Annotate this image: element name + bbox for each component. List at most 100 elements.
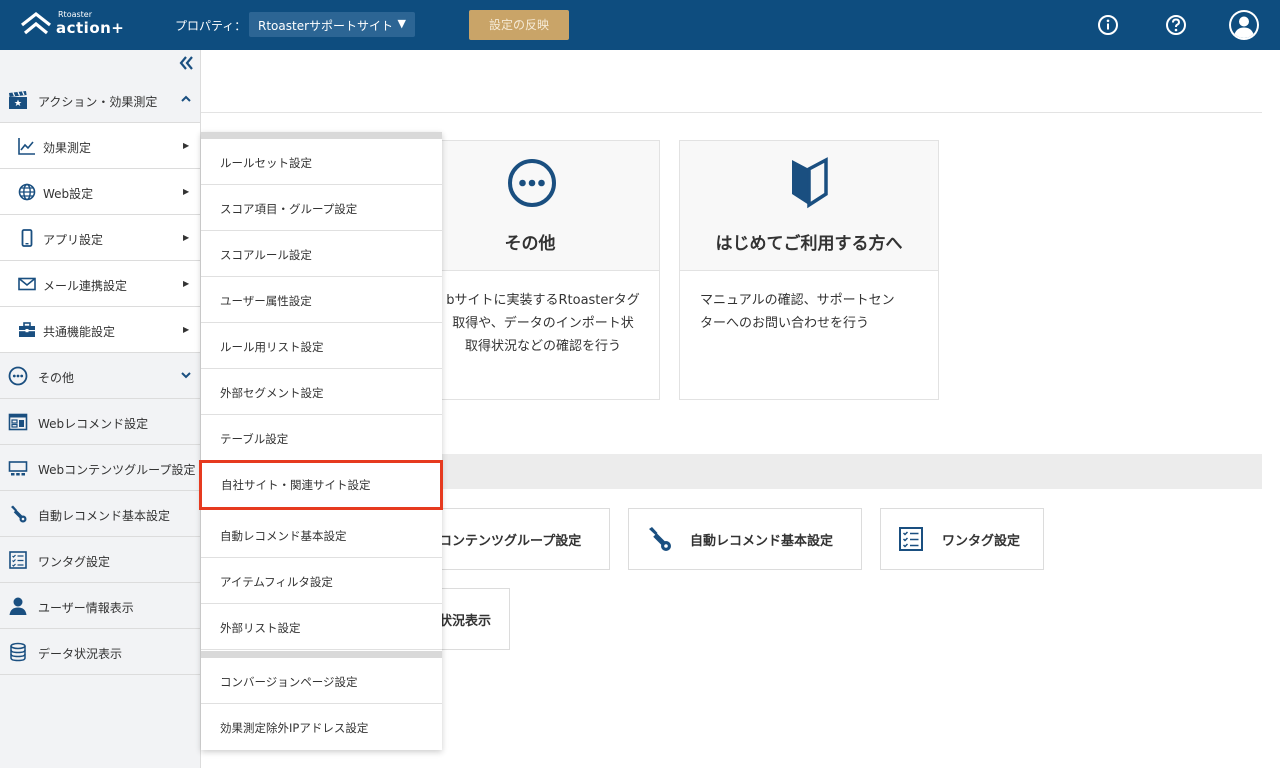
menu-item-user-attribute[interactable]: ユーザー属性設定 — [201, 277, 442, 323]
wrench-icon — [11, 505, 27, 523]
menu-separator — [201, 651, 442, 658]
tile-label: ワンタグ設定 — [942, 534, 1021, 549]
menu-item-rule-list[interactable]: ルール用リスト設定 — [201, 323, 442, 369]
sidebar-item-label: 効果測定 — [43, 141, 92, 155]
menu-item-label: スコアルール設定 — [220, 248, 312, 262]
logo-small-text: Rtoaster — [58, 10, 93, 19]
sidebar-item-label: 共通機能設定 — [43, 325, 116, 339]
menu-item-table[interactable]: テーブル設定 — [201, 415, 442, 461]
sidebar-item-web-settings[interactable]: Web設定 ▶ — [0, 169, 200, 215]
menu-item-external-segment[interactable]: 外部セグメント設定 — [201, 369, 442, 415]
menu-item-label: コンバージョンページ設定 — [220, 675, 358, 689]
menu-item-auto-recommend[interactable]: 自動レコメンド基本設定 — [201, 512, 442, 558]
tile-label: 状況表示 — [439, 614, 492, 629]
sidebar-item-web-recommend[interactable]: Webレコメンド設定 — [0, 399, 200, 445]
card-beginners[interactable]: はじめてご利用する方へ マニュアルの確認、サポートセン ターへのお問い合わせを行… — [679, 140, 939, 400]
sidebar-item-label: その他 — [38, 371, 75, 385]
caret-right-icon: ▶ — [183, 187, 190, 196]
sidebar-item-label: アプリ設定 — [43, 233, 104, 247]
sidebar-item-mail-settings[interactable]: メール連携設定 ▶ — [0, 261, 200, 307]
card-desc-line: マニュアルの確認、サポートセン — [700, 293, 895, 308]
menu-item-label: テーブル設定 — [220, 432, 289, 446]
line-chart-icon — [18, 138, 35, 155]
globe-icon — [18, 183, 36, 201]
sidebar-item-label: Webレコメンド設定 — [38, 417, 149, 431]
app-logo[interactable]: Rtoaster action+ — [20, 9, 130, 41]
sidebar-item-onetag[interactable]: ワンタグ設定 — [0, 537, 200, 583]
sidebar-item-app-settings[interactable]: アプリ設定 ▶ — [0, 215, 200, 261]
more-circle-icon — [508, 159, 556, 207]
card-desc-line: 取得状況などの確認を行う — [464, 339, 621, 354]
chevron-up-icon — [181, 95, 191, 102]
caret-right-icon: ▶ — [183, 233, 190, 242]
sidebar-item-auto-recommend[interactable]: 自動レコメンド基本設定 — [0, 491, 200, 537]
content-divider — [201, 112, 1262, 113]
menu-item-ruleset[interactable]: ルールセット設定 — [201, 139, 442, 185]
menu-item-item-filter[interactable]: アイテムフィルタ設定 — [201, 558, 442, 604]
sidebar-item-measurement[interactable]: 効果測定 ▶ — [0, 123, 200, 169]
menu-item-own-site[interactable]: 自社サイト・関連サイト設定 — [199, 460, 443, 510]
caret-right-icon: ▶ — [183, 141, 190, 150]
menu-item-conversion-page[interactable]: コンバージョンページ設定 — [201, 658, 442, 704]
tile-label: コンテンツグループ設定 — [439, 534, 582, 549]
smartphone-icon — [21, 229, 33, 247]
menu-item-label: ルール用リスト設定 — [220, 340, 324, 354]
card-desc-line: ターへのお問い合わせを行う — [700, 316, 870, 331]
wrench-icon — [649, 527, 671, 551]
sidebar-item-label: アクション・効果測定 — [38, 95, 158, 109]
help-icon[interactable] — [1165, 14, 1187, 36]
clapperboard-icon — [9, 91, 27, 109]
beginner-mark-icon — [792, 157, 828, 209]
menu-item-label: スコア項目・グループ設定 — [220, 202, 358, 216]
menu-item-label: ユーザー属性設定 — [220, 294, 312, 308]
sidebar-item-common-settings[interactable]: 共通機能設定 ▶ — [0, 307, 200, 353]
chevron-down-icon — [181, 372, 191, 379]
menu-item-label: 自社サイト・関連サイト設定 — [221, 478, 371, 492]
database-icon — [10, 642, 26, 662]
caret-right-icon: ▶ — [183, 279, 190, 288]
sidebar-item-label: ユーザー情報表示 — [38, 601, 134, 615]
menu-item-label: 効果測定除外IPアドレス設定 — [220, 721, 369, 735]
menu-item-exclude-ip[interactable]: 効果測定除外IPアドレス設定 — [201, 704, 442, 750]
top-bar: Rtoaster action+ プロパティ： Rtoasterサポートサイト … — [0, 0, 1280, 50]
sidebar-item-label: データ状況表示 — [38, 647, 123, 661]
sidebar-item-action-measurement[interactable]: アクション・効果測定 — [0, 77, 200, 123]
logo-mark-icon — [21, 11, 51, 35]
info-icon[interactable] — [1097, 14, 1119, 36]
sidebar: アクション・効果測定 効果測定 ▶ Web設定 ▶ アプリ設定 ▶ メール連携設… — [0, 50, 201, 768]
sidebar-item-label: 自動レコメンド基本設定 — [38, 509, 171, 523]
card-desc-line: bサイトに実装するRtoasterタグ — [446, 293, 640, 308]
mail-icon — [18, 277, 36, 291]
sidebar-item-data-status[interactable]: データ状況表示 — [0, 629, 200, 675]
property-select[interactable]: Rtoasterサポートサイト ▼ — [249, 12, 415, 37]
card-desc-line: 取得や、データのインポート状 — [452, 316, 634, 331]
card-description: マニュアルの確認、サポートセン ターへのお問い合わせを行う — [700, 289, 932, 335]
apply-settings-button[interactable]: 設定の反映 — [469, 10, 569, 40]
content-group-icon — [8, 461, 28, 476]
sidebar-item-label: メール連携設定 — [43, 279, 128, 293]
collapse-sidebar-icon[interactable] — [178, 54, 194, 72]
dropdown-arrow-icon: ▼ — [397, 17, 406, 30]
menu-item-label: 外部リスト設定 — [220, 621, 301, 635]
menu-item-external-list[interactable]: 外部リスト設定 — [201, 604, 442, 650]
tile-auto-recommend[interactable]: 自動レコメンド基本設定 — [628, 508, 862, 570]
card-title: はじめてご利用する方へ — [715, 234, 903, 254]
menu-item-label: 自動レコメンド基本設定 — [220, 529, 347, 543]
user-avatar-icon[interactable] — [1228, 9, 1260, 41]
submenu-panel: ルールセット設定 スコア項目・グループ設定 スコアルール設定 ユーザー属性設定 … — [199, 132, 443, 750]
menu-item-label: 外部セグメント設定 — [220, 386, 324, 400]
sidebar-item-label: ワンタグ設定 — [38, 555, 111, 569]
card-description: bサイトに実装するRtoasterタグ 取得や、データのインポート状 取得状況な… — [427, 289, 659, 358]
menu-item-label: ルールセット設定 — [220, 156, 312, 170]
caret-right-icon: ▶ — [183, 325, 190, 334]
property-value: Rtoasterサポートサイト — [258, 19, 394, 33]
menu-item-score-group[interactable]: スコア項目・グループ設定 — [201, 185, 442, 231]
briefcase-icon — [19, 322, 35, 337]
menu-item-score-rule[interactable]: スコアルール設定 — [201, 231, 442, 277]
user-icon — [9, 597, 27, 615]
sidebar-item-content-group[interactable]: Webコンテンツグループ設定 — [0, 445, 200, 491]
tile-onetag[interactable]: ワンタグ設定 — [880, 508, 1044, 570]
sidebar-item-other[interactable]: その他 — [0, 353, 200, 399]
sidebar-item-user-info[interactable]: ユーザー情報表示 — [0, 583, 200, 629]
sidebar-item-label: Webコンテンツグループ設定 — [38, 463, 196, 477]
